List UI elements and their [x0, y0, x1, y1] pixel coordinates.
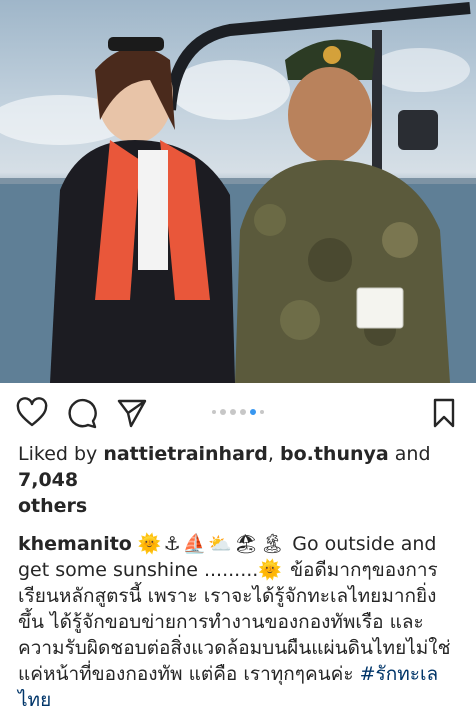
- carousel-dot: [220, 409, 226, 415]
- carousel-dot: [260, 410, 264, 414]
- carousel-dot: [212, 410, 216, 414]
- post-caption: khemanito 🌞 ⚓ ⛵ ⛅ 🏖 🏝 Go outside and get some…: [0, 519, 476, 713]
- beach-emoji-icon: 🏖: [233, 533, 259, 555]
- sun-emoji-icon: 🌞: [258, 559, 283, 581]
- liker-link-1[interactable]: nattietrainhard: [103, 443, 268, 465]
- likes-summary: Liked by nattietrainhard, bo.thunya and …: [0, 441, 476, 519]
- anchor-emoji-icon: ⚓: [163, 533, 181, 555]
- carousel-indicator: [0, 409, 476, 415]
- post-photo[interactable]: [0, 0, 476, 383]
- likes-others[interactable]: others: [18, 495, 87, 517]
- likes-sep: ,: [267, 443, 280, 465]
- island-emoji-icon: 🏝: [260, 533, 285, 555]
- likes-and: and: [388, 443, 431, 465]
- bookmark-icon[interactable]: [428, 397, 460, 429]
- sun-cloud-emoji-icon: ⛅: [208, 533, 232, 555]
- likes-prefix: Liked by: [18, 443, 104, 465]
- carousel-dot-active: [250, 409, 256, 415]
- sun-emoji-icon: 🌞: [137, 533, 162, 555]
- photo-scene: [0, 2, 476, 383]
- carousel-dot: [240, 409, 246, 415]
- post-action-bar: [0, 383, 476, 441]
- likes-count[interactable]: 7,048: [18, 469, 78, 491]
- sailboat-emoji-icon: ⛵: [182, 533, 207, 555]
- post: Liked by nattietrainhard, bo.thunya and …: [0, 0, 476, 713]
- caption-username[interactable]: khemanito: [18, 533, 132, 555]
- carousel-dot: [230, 409, 236, 415]
- liker-link-2[interactable]: bo.thunya: [280, 443, 389, 465]
